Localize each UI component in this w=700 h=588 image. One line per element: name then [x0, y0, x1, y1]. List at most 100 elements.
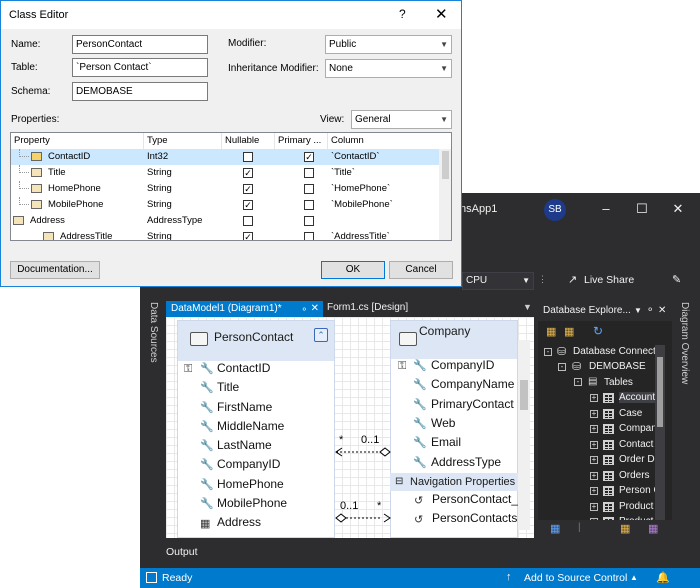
tree-table-item[interactable]: Compan — [619, 423, 655, 434]
schema-field[interactable]: DEMOBASE — [72, 82, 208, 101]
column-header-primary[interactable]: Primary ... — [275, 133, 328, 149]
close-tab-icon[interactable]: ✕ — [311, 301, 319, 317]
tab-list-icon[interactable]: ▼ — [523, 302, 532, 312]
properties-grid[interactable]: Property Type Nullable Primary ... Colum… — [10, 132, 452, 241]
table-row[interactable]: ContactID Int32 `ContactID` ✓ — [11, 149, 439, 165]
tree-table-item[interactable]: Product C — [619, 501, 655, 512]
chevron-down-icon[interactable]: ▼ — [634, 301, 642, 321]
documentation-button[interactable]: Documentation... — [10, 261, 100, 279]
primary-checkbox[interactable] — [304, 168, 314, 178]
primary-checkbox[interactable]: ✓ — [304, 152, 314, 162]
collapse-icon[interactable]: - — [558, 363, 566, 371]
db-explorer-scrollbar[interactable] — [655, 345, 665, 520]
expand-icon[interactable]: + — [590, 456, 598, 464]
table-row[interactable]: MobilePhone String `MobilePhone` ✓ — [11, 197, 439, 213]
table-row[interactable]: HomePhone String `HomePhone` ✓ — [11, 181, 439, 197]
tree-database-connections[interactable]: Database Connecti — [573, 346, 658, 357]
collapse-icon[interactable]: - — [574, 378, 582, 386]
cancel-button[interactable]: Cancel — [389, 261, 453, 279]
feedback-icon[interactable]: ✎ — [672, 273, 681, 286]
navigation-properties-header[interactable]: ⊟ Navigation Properties — [390, 473, 520, 491]
solution-explorer-icon[interactable]: ▦ — [550, 522, 560, 535]
avatar[interactable]: SB — [544, 199, 566, 221]
close-icon[interactable]: ✕ — [658, 301, 666, 321]
minimize-icon[interactable]: – — [596, 199, 616, 219]
property-title[interactable]: Title — [217, 380, 239, 394]
nullable-checkbox[interactable] — [243, 152, 253, 162]
table-row[interactable]: -AddressAddressType — [11, 213, 439, 229]
primary-checkbox[interactable] — [304, 216, 314, 226]
cell-column[interactable]: `ContactID` — [328, 149, 439, 165]
ok-button[interactable]: OK — [321, 261, 385, 279]
notification-icon[interactable]: 🔔 — [656, 571, 670, 584]
close-icon[interactable]: ✕ — [668, 199, 688, 219]
name-field[interactable]: PersonContact — [72, 35, 208, 54]
cell-property[interactable]: AddressTitle — [57, 229, 144, 240]
cell-column[interactable]: `MobilePhone` — [328, 197, 439, 213]
tree-table-item[interactable]: Account — [619, 392, 656, 403]
property-homephone[interactable]: HomePhone — [217, 477, 284, 491]
cell-column[interactable]: `AddressTitle` — [328, 229, 439, 240]
pin-icon[interactable]: ⚬ — [646, 301, 654, 321]
property-middlename[interactable]: MiddleName — [217, 419, 284, 433]
collapse-icon[interactable]: - — [544, 348, 552, 356]
nav-property-personcontacts[interactable]: PersonContacts — [432, 511, 517, 525]
nullable-checkbox[interactable] — [243, 216, 253, 226]
view-select[interactable]: General ▼ — [351, 110, 452, 129]
scrollbar-thumb[interactable] — [442, 151, 449, 179]
collapse-button[interactable]: ⌃ — [314, 328, 328, 342]
property-companyname[interactable]: CompanyName — [431, 377, 514, 391]
cell-type[interactable]: AddressType — [144, 213, 222, 229]
diagram-overview-tab[interactable]: Diagram Overview — [679, 302, 690, 384]
tree-tables[interactable]: Tables — [604, 377, 633, 388]
output-tab[interactable]: Output — [166, 546, 198, 558]
cell-column[interactable]: `HomePhone` — [328, 181, 439, 197]
table-row[interactable]: AddressTitle String `AddressTitle` ✓ — [11, 229, 439, 240]
pin-icon[interactable]: ⚬ — [300, 301, 308, 317]
property-contactid[interactable]: ContactID — [217, 361, 270, 375]
scrollbar-thumb[interactable] — [657, 357, 663, 427]
column-header-nullable[interactable]: Nullable — [222, 133, 275, 149]
nullable-checkbox[interactable]: ✓ — [243, 200, 253, 210]
cell-property[interactable]: Title — [45, 165, 144, 181]
property-web[interactable]: Web — [431, 416, 455, 430]
cell-property[interactable]: ContactID — [45, 149, 144, 165]
add-to-source-control[interactable]: Add to Source Control — [524, 572, 627, 584]
tree-table-item[interactable]: Case — [619, 408, 655, 419]
delete-connection-icon[interactable]: ▦ — [564, 325, 574, 338]
tab-form1-design[interactable]: Form1.cs [Design] — [327, 302, 408, 313]
cell-type[interactable]: String — [144, 229, 222, 240]
add-connection-icon[interactable]: ▦ — [546, 325, 556, 338]
expand-icon[interactable]: + — [590, 394, 598, 402]
live-share-button[interactable]: Live Share — [584, 274, 634, 286]
tree-demobase[interactable]: DEMOBASE — [589, 361, 646, 372]
maximize-icon[interactable]: ☐ — [632, 199, 652, 219]
property-firstname[interactable]: FirstName — [217, 400, 272, 414]
inheritance-modifier-select[interactable]: None ▼ — [325, 59, 452, 78]
expand-icon[interactable]: + — [590, 502, 598, 511]
nav-property-personcontact[interactable]: PersonContact_ — [432, 492, 518, 506]
scrollbar-thumb[interactable] — [520, 380, 528, 410]
cell-column[interactable] — [328, 213, 439, 229]
tree-table-item[interactable]: Orders — [619, 470, 655, 481]
cell-column[interactable]: `Title` — [328, 165, 439, 181]
tree-table-item[interactable]: Order De — [619, 454, 655, 465]
cell-property[interactable]: MobilePhone — [45, 197, 144, 213]
property-companyid[interactable]: CompanyID — [431, 358, 494, 372]
expand-icon[interactable]: + — [590, 409, 598, 418]
primary-checkbox[interactable] — [304, 200, 314, 210]
column-header-type[interactable]: Type — [144, 133, 222, 149]
toolbar-overflow-icon[interactable]: ⋮ — [538, 274, 547, 285]
database-explorer-icon[interactable]: ▦ — [620, 522, 630, 535]
cell-property[interactable]: HomePhone — [45, 181, 144, 197]
cell-type[interactable]: String — [144, 165, 222, 181]
table-row[interactable]: Title String `Title` ✓ — [11, 165, 439, 181]
table-field[interactable]: `Person Contact` — [72, 58, 208, 77]
cell-type[interactable]: String — [144, 197, 222, 213]
column-header-column[interactable]: Column — [328, 133, 439, 149]
chevron-up-icon[interactable]: ▲ — [630, 573, 638, 582]
property-primarycontact[interactable]: PrimaryContact — [431, 397, 514, 411]
property-addresstype[interactable]: AddressType — [431, 455, 501, 469]
property-mobilephone[interactable]: MobilePhone — [217, 496, 287, 510]
nullable-checkbox[interactable]: ✓ — [243, 184, 253, 194]
